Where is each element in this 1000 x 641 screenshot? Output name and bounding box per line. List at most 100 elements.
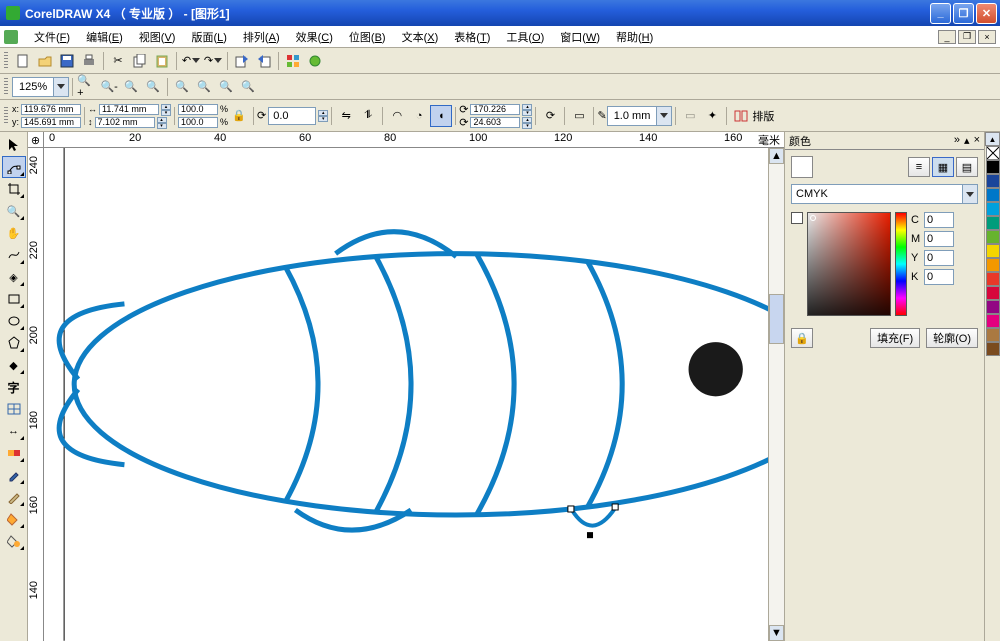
menu-table[interactable]: 表格(T) [446,26,498,48]
mdi-minimize-button[interactable]: _ [938,30,956,44]
menu-arrange[interactable]: 排列(A) [235,26,288,48]
zoom-11-button[interactable]: 🔍 [120,76,142,98]
lock-color-button[interactable]: 🔒 [791,328,813,348]
clockwise-button[interactable]: ⟳ [539,105,561,127]
zoom-width-button[interactable]: 🔍 [215,76,237,98]
zoom-combo[interactable]: 125% [12,77,69,97]
docker-collapse-button[interactable]: ▴ [964,134,970,147]
pan-tool[interactable]: ✋ [2,222,26,244]
dimension-tool[interactable]: ↔ [2,420,26,442]
pick-tool[interactable] [2,134,26,156]
start-angle-input[interactable] [470,104,520,115]
palette-up-button[interactable]: ▲ [985,132,1000,146]
viewer-view-button[interactable]: ▦ [932,157,954,177]
print-button[interactable] [78,50,100,72]
menu-layout[interactable]: 版面(L) [183,26,234,48]
rectangle-tool[interactable] [2,288,26,310]
color-field[interactable] [807,212,891,316]
no-color-swatch[interactable] [986,146,1000,160]
vertical-scrollbar[interactable]: ▲ ▼ [768,148,784,641]
fill-button[interactable]: 填充(F) [870,328,920,348]
palette-swatch[interactable] [986,188,1000,202]
current-color-swatch[interactable] [791,156,813,178]
mdi-close-button[interactable]: × [978,30,996,44]
wrap-text-button[interactable]: ▭ [679,105,701,127]
scale-x-input[interactable] [178,104,218,115]
y-input[interactable] [924,250,954,266]
freehand-tool[interactable] [2,244,26,266]
palette-swatch[interactable] [986,300,1000,314]
height-input[interactable] [95,117,155,128]
end-angle-input[interactable] [470,117,520,128]
undo-button[interactable]: ↶ [180,50,202,72]
rotation-input[interactable] [268,107,316,125]
menu-effects[interactable]: 效果(C) [288,26,341,48]
docker-close-button[interactable]: × [974,134,980,147]
pos-y-input[interactable] [21,117,81,128]
smart-fill-tool[interactable]: ◈ [2,266,26,288]
k-input[interactable] [924,269,954,285]
outline-tool[interactable] [2,486,26,508]
docker-expand-button[interactable]: » [954,134,960,147]
zoom-out-button[interactable]: 🔍- [98,76,120,98]
zoom-tool[interactable]: 🔍 [2,200,26,222]
text-tool[interactable]: 字 [2,376,26,398]
outline-button[interactable]: 轮廓(O) [926,328,978,348]
palette-swatch[interactable] [986,160,1000,174]
width-input[interactable] [99,104,159,115]
scale-y-input[interactable] [178,117,218,128]
zoom-height-button[interactable]: 🔍 [237,76,259,98]
horizontal-ruler[interactable]: ⊕ 0 20 40 60 80 100 120 140 160 毫米 [28,132,784,148]
zoom-in-button[interactable]: 🔍+ [76,76,98,98]
new-button[interactable] [12,50,34,72]
chevron-down-icon[interactable] [53,78,68,96]
outline-width-combo[interactable]: 1.0 mm [607,106,673,126]
interactive-tool[interactable] [2,442,26,464]
polygon-tool[interactable] [2,332,26,354]
hue-slider[interactable] [895,212,907,316]
eyedropper-tool[interactable] [2,464,26,486]
palette-swatch[interactable] [986,230,1000,244]
palette-swatch[interactable] [986,328,1000,342]
m-input[interactable] [924,231,954,247]
copy-button[interactable] [129,50,151,72]
app-menu-icon[interactable] [4,30,18,44]
pos-x-input[interactable] [21,104,81,115]
palette-swatch[interactable] [986,342,1000,356]
paste-button[interactable] [151,50,173,72]
sliders-view-button[interactable]: ≡ [908,157,930,177]
zoom-selection-button[interactable]: 🔍 [142,76,164,98]
redo-button[interactable]: ↷ [202,50,224,72]
pie-button[interactable]: ◔ [408,105,430,127]
palette-swatch[interactable] [986,286,1000,300]
open-button[interactable] [34,50,56,72]
palette-swatch[interactable] [986,216,1000,230]
save-button[interactable] [56,50,78,72]
menu-window[interactable]: 窗口(W) [552,26,608,48]
arc-button[interactable]: ◠ [386,105,408,127]
cut-button[interactable]: ✂ [107,50,129,72]
fish-drawing[interactable] [44,148,768,641]
lock-ratio-button[interactable]: 🔒 [228,105,250,127]
mirror-v-button[interactable]: ⥮ [357,105,379,127]
table-tool[interactable] [2,398,26,420]
zoom-fit-button[interactable]: 🔍 [171,76,193,98]
layout-icon[interactable] [730,105,752,127]
to-front-button[interactable]: ▭ [568,105,590,127]
export-button[interactable] [253,50,275,72]
minimize-button[interactable]: _ [930,3,951,24]
import-button[interactable] [231,50,253,72]
welcome-button[interactable] [304,50,326,72]
palette-swatch[interactable] [986,314,1000,328]
c-input[interactable] [924,212,954,228]
color-model-combo[interactable]: CMYK [791,184,978,204]
menu-view[interactable]: 视图(V) [131,26,184,48]
palette-swatch[interactable] [986,272,1000,286]
basic-shapes-tool[interactable]: ◆ [2,354,26,376]
menu-help[interactable]: 帮助(H) [608,26,661,48]
app-launcher-button[interactable] [282,50,304,72]
palettes-view-button[interactable]: ▤ [956,157,978,177]
ruler-origin[interactable]: ⊕ [28,132,44,148]
fill-tool[interactable] [2,508,26,530]
arc-closed-button[interactable]: ◖ [430,105,452,127]
